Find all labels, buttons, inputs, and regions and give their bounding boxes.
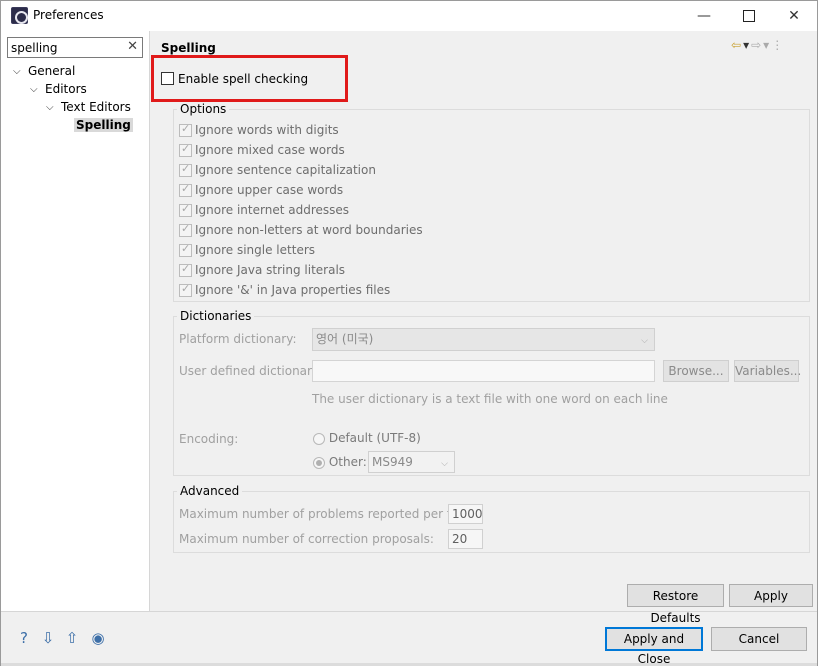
page-title: Spelling xyxy=(161,41,216,55)
back-dropdown-icon[interactable]: ▾ xyxy=(743,38,751,52)
options-group-title: Options xyxy=(177,102,230,116)
option-checkbox xyxy=(179,162,192,177)
advanced-group-title: Advanced xyxy=(177,484,243,498)
option-ignore-internet-addresses: Ignore internet addresses xyxy=(179,202,350,217)
option-label: Ignore internet addresses xyxy=(195,203,350,217)
minimize-button[interactable]: — xyxy=(681,1,727,31)
option-label: Ignore non-letters at word boundaries xyxy=(195,223,423,237)
option-label: Ignore '&' in Java properties files xyxy=(195,283,391,297)
chevron-down-icon: ⌵ xyxy=(441,459,448,469)
highlight-annotation xyxy=(151,55,348,102)
default-encoding-radio-row: Default (UTF-8) xyxy=(313,431,421,445)
option-label: Ignore words with digits xyxy=(195,123,339,137)
encoding-label: Encoding: xyxy=(179,432,239,446)
history-navigation: ⇦▾⇨▾⋮ xyxy=(731,38,785,52)
option-checkbox xyxy=(179,282,192,297)
option-ignore-ampersand: Ignore '&' in Java properties files xyxy=(179,282,391,297)
option-ignore-digits: Ignore words with digits xyxy=(179,122,339,137)
other-encoding-value: MS949 xyxy=(372,455,413,469)
cancel-button[interactable]: Cancel xyxy=(711,627,807,651)
max-problems-label: Maximum number of problems reported per … xyxy=(179,507,470,521)
option-label: Ignore sentence capitalization xyxy=(195,163,376,177)
forward-arrow-icon[interactable]: ⇨ xyxy=(751,38,763,52)
option-label: Ignore mixed case words xyxy=(195,143,345,157)
tree-item-editors[interactable]: Editors xyxy=(45,82,87,96)
option-checkbox xyxy=(179,142,192,157)
option-ignore-non-letters: Ignore non-letters at word boundaries xyxy=(179,222,423,237)
chevron-down-icon: ⌵ xyxy=(641,336,648,346)
apply-and-close-button[interactable]: Apply and Close xyxy=(605,627,703,666)
option-checkbox xyxy=(179,262,192,277)
view-menu-icon[interactable]: ⋮ xyxy=(771,38,785,52)
forward-dropdown-icon[interactable]: ▾ xyxy=(763,38,771,52)
clear-filter-icon[interactable]: ✕ xyxy=(127,39,138,54)
platform-dictionary-select: 영어 (미국) ⌵ xyxy=(312,328,655,351)
max-problems-input: 1000 xyxy=(448,504,483,524)
user-dictionary-label: User defined dictionary: xyxy=(179,364,323,378)
option-label: Ignore upper case words xyxy=(195,183,344,197)
platform-dictionary-label: Platform dictionary: xyxy=(179,332,297,346)
import-icon[interactable]: ⇩ xyxy=(39,629,57,647)
restore-defaults-button[interactable]: Restore Defaults xyxy=(627,584,724,625)
option-label: Ignore Java string literals xyxy=(195,263,346,277)
tree-item-spelling[interactable]: Spelling xyxy=(74,118,133,132)
title-bar: Preferences — ✕ xyxy=(1,1,817,31)
chevron-down-icon[interactable]: ⌵ xyxy=(30,84,38,95)
chevron-down-icon[interactable]: ⌵ xyxy=(46,102,54,113)
filter-field[interactable]: ✕ xyxy=(7,37,143,58)
other-encoding-radio-row: Other: xyxy=(313,455,367,469)
record-icon[interactable]: ◉ xyxy=(89,629,107,647)
user-dictionary-input xyxy=(312,360,655,382)
chevron-down-icon[interactable]: ⌵ xyxy=(13,66,21,77)
default-encoding-label: Default (UTF-8) xyxy=(328,431,421,445)
window-title: Preferences xyxy=(33,8,104,22)
option-checkbox xyxy=(179,222,192,237)
max-proposals-input: 20 xyxy=(448,529,483,549)
close-button[interactable]: ✕ xyxy=(771,1,817,31)
browse-button: Browse... xyxy=(663,360,729,382)
tree-item-text-editors[interactable]: Text Editors xyxy=(61,100,131,114)
apply-button[interactable]: Apply xyxy=(729,584,813,607)
option-ignore-single-letters: Ignore single letters xyxy=(179,242,316,257)
option-label: Ignore single letters xyxy=(195,243,316,257)
option-ignore-java-strings: Ignore Java string literals xyxy=(179,262,346,277)
option-checkbox xyxy=(179,202,192,217)
other-encoding-select: MS949 ⌵ xyxy=(368,451,455,473)
help-icon[interactable]: ? xyxy=(15,629,33,647)
other-encoding-radio xyxy=(313,456,325,469)
option-ignore-mixed-case: Ignore mixed case words xyxy=(179,142,345,157)
preferences-window: Preferences — ✕ ✕ ⌵ General ⌵ Editors ⌵ … xyxy=(0,0,818,666)
other-encoding-label: Other: xyxy=(328,455,367,469)
option-checkbox xyxy=(179,122,192,137)
footer-separator xyxy=(1,611,817,612)
filter-input[interactable] xyxy=(11,39,121,56)
export-icon[interactable]: ⇧ xyxy=(63,629,81,647)
option-checkbox xyxy=(179,242,192,257)
user-dictionary-hint: The user dictionary is a text file with … xyxy=(312,392,668,406)
back-arrow-icon[interactable]: ⇦ xyxy=(731,38,743,52)
preference-tree-panel: ✕ ⌵ General ⌵ Editors ⌵ Text Editors Spe… xyxy=(1,31,150,611)
maximize-button[interactable] xyxy=(726,1,772,31)
option-ignore-sentence-capitalization: Ignore sentence capitalization xyxy=(179,162,376,177)
eclipse-app-icon xyxy=(11,7,28,24)
max-proposals-label: Maximum number of correction proposals: xyxy=(179,532,434,546)
option-checkbox xyxy=(179,182,192,197)
default-encoding-radio xyxy=(313,432,325,445)
tree-item-general[interactable]: General xyxy=(28,64,75,78)
option-ignore-upper-case: Ignore upper case words xyxy=(179,182,344,197)
platform-dictionary-value: 영어 (미국) xyxy=(316,332,374,346)
dictionaries-group-title: Dictionaries xyxy=(177,309,255,323)
variables-button: Variables... xyxy=(734,360,801,382)
